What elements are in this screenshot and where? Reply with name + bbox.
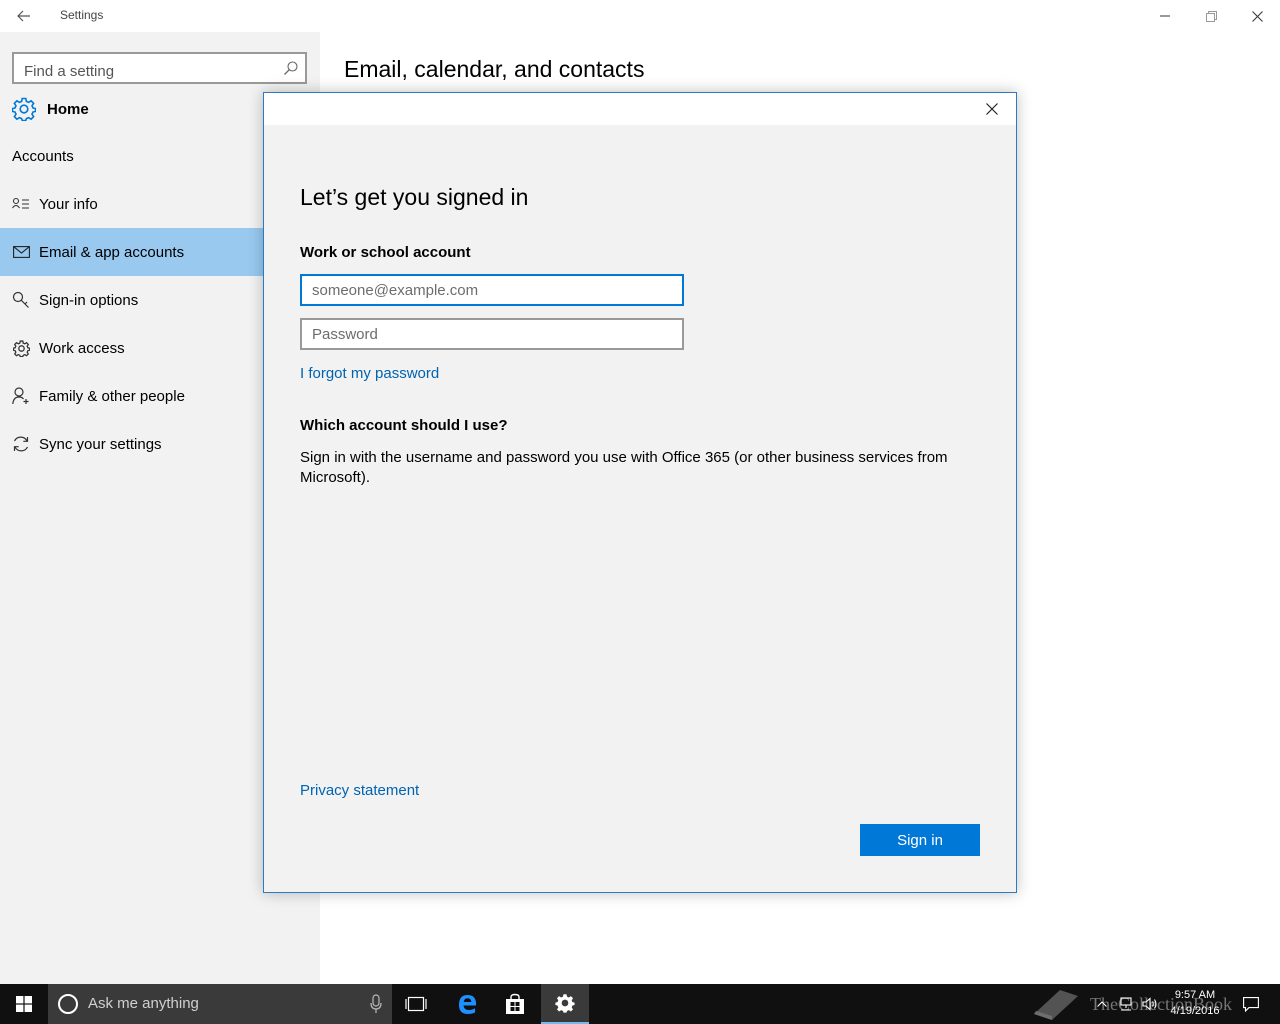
sidebar-item-label: Sync your settings [39, 435, 162, 453]
microphone-icon[interactable] [370, 994, 382, 1014]
store-button[interactable] [491, 984, 539, 1024]
cortana-placeholder: Ask me anything [88, 995, 199, 1012]
home-link[interactable]: Home [12, 96, 89, 122]
minimize-icon [1160, 15, 1170, 17]
sidebar-item-label: Email & app accounts [39, 243, 185, 261]
search-box[interactable] [12, 52, 307, 84]
taskbar: Ask me anything TheCollectionBook 9:57 A… [0, 984, 1280, 1024]
email-field[interactable] [300, 274, 684, 306]
sidebar-item-label: Family & other people [39, 387, 185, 405]
account-type-label: Work or school account [300, 244, 471, 261]
home-label: Home [47, 100, 89, 118]
dialog-close-button[interactable] [978, 97, 1006, 121]
mail-icon [12, 243, 30, 261]
section-title: Accounts [12, 148, 74, 165]
sidebar-item-label: Sign-in options [39, 291, 139, 309]
taskbar-clock[interactable]: 9:57 AM 4/19/2016 [1160, 987, 1230, 1019]
close-icon [1251, 10, 1263, 22]
email-input[interactable] [302, 276, 682, 304]
restore-icon [1205, 10, 1217, 22]
sidebar-item-label: Your info [39, 195, 98, 213]
minimize-button[interactable] [1142, 0, 1188, 32]
search-icon[interactable] [283, 60, 299, 76]
speaker-icon [1142, 997, 1157, 1011]
gear-icon [12, 97, 36, 121]
search-input[interactable] [14, 54, 305, 82]
windows-logo-icon [16, 996, 32, 1012]
store-icon [506, 993, 524, 1014]
sync-icon [12, 435, 30, 453]
settings-taskbar-button[interactable] [541, 984, 589, 1024]
book-logo-icon [1034, 990, 1078, 1020]
close-window-button[interactable] [1234, 0, 1280, 32]
help-question-text: Sign in with the username and password y… [300, 449, 948, 486]
page-title: Email, calendar, and contacts [344, 56, 645, 82]
privacy-statement-link[interactable]: Privacy statement [300, 782, 419, 799]
clock-time: 9:57 AM [1174, 989, 1216, 1001]
password-field[interactable] [300, 318, 684, 350]
gear-icon [12, 339, 30, 357]
network-button[interactable] [1115, 984, 1137, 1024]
restore-button[interactable] [1188, 0, 1234, 32]
password-input[interactable] [302, 320, 682, 348]
action-center-button[interactable] [1236, 984, 1266, 1024]
back-arrow-icon [17, 10, 30, 22]
dialog-heading: Let’s get you signed in [300, 184, 529, 210]
show-hidden-icons-button[interactable] [1093, 984, 1111, 1024]
start-button[interactable] [0, 984, 48, 1024]
help-question-title: Which account should I use? [300, 417, 508, 434]
gear-icon [555, 994, 575, 1013]
forgot-password-link[interactable]: I forgot my password [300, 365, 439, 382]
cortana-search-box[interactable]: Ask me anything [48, 984, 392, 1024]
title-bar: Settings [0, 0, 1280, 32]
close-icon [986, 103, 998, 115]
contact-card-icon [12, 195, 30, 213]
edge-browser-button[interactable] [443, 984, 491, 1024]
window-title: Settings [60, 8, 104, 22]
person-add-icon [12, 387, 30, 405]
key-icon [12, 291, 30, 309]
sidebar-item-label: Work access [39, 339, 125, 357]
task-view-button[interactable] [392, 984, 440, 1024]
back-button[interactable] [10, 4, 38, 28]
volume-button[interactable] [1139, 984, 1161, 1024]
task-view-icon [405, 996, 427, 1012]
chevron-up-icon [1097, 1001, 1107, 1007]
network-icon [1120, 997, 1132, 1011]
sign-in-dialog: Let’s get you signed in Work or school a… [263, 92, 1017, 893]
dialog-header [264, 93, 1016, 125]
sign-in-button[interactable]: Sign in [860, 824, 980, 856]
clock-date: 4/19/2016 [1170, 1005, 1220, 1017]
edge-icon [459, 995, 476, 1014]
cortana-icon [58, 994, 78, 1014]
notification-icon [1243, 996, 1259, 1012]
